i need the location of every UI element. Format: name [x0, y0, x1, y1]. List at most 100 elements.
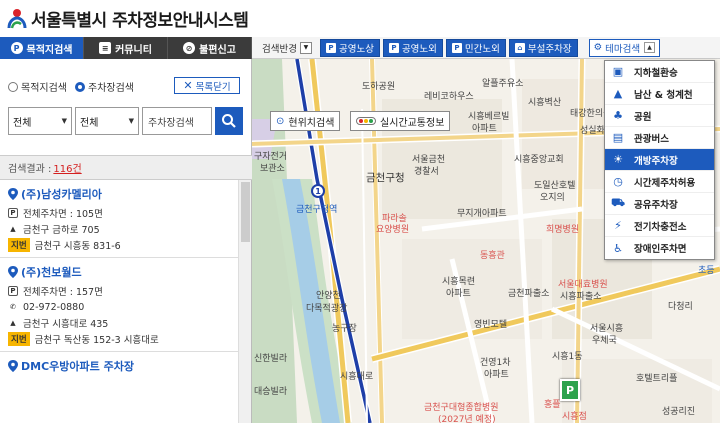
chevron-down-icon: ▼	[61, 117, 67, 125]
parking-name-link[interactable]: (주)천보월드	[8, 264, 230, 280]
map-label: 신한빌라	[254, 354, 288, 364]
list-scrollbar[interactable]	[238, 180, 251, 423]
theme-item-park[interactable]: ♣ 공원	[605, 105, 714, 127]
public-offstreet-button[interactable]: P 공영노외	[382, 38, 443, 57]
close-icon: ✕	[183, 79, 193, 92]
type-select[interactable]: 전체 ▼	[75, 107, 139, 135]
list-item[interactable]: (주)남성카멜리아 P 전체주차면 : 105면 ▲ 금천구 금하로 705 지번 금…	[0, 180, 238, 258]
map-label: 요양병원	[376, 225, 410, 235]
gear-icon: ⚙	[593, 42, 603, 53]
jibun-address: 지번 금천구 시흥동 831-6	[8, 237, 230, 253]
map-label: 시흥1동	[552, 352, 583, 362]
map-label: 도하공원	[362, 82, 396, 92]
ev-charger-icon: ⚡	[614, 219, 622, 232]
parking-marker[interactable]: P	[560, 379, 580, 401]
parking-name-link[interactable]: DMC우방아파트 주차장	[8, 358, 230, 374]
parking-name-link[interactable]: (주)남성카멜리아	[8, 186, 230, 202]
search-result-count: 검색결과 : 116건	[0, 155, 252, 180]
theme-item-accessible[interactable]: ♿ 장애인주차면	[605, 237, 714, 259]
attached-parking-button[interactable]: ⌂ 부설주차장	[508, 38, 578, 57]
theme-item-namsan[interactable]: ▲ 남산 & 청계천	[605, 83, 714, 105]
open-parking-icon: ☀	[613, 153, 623, 166]
scrollbar-thumb[interactable]	[241, 182, 250, 242]
map-label: (2027년 예정)	[438, 415, 496, 423]
parking-list: (주)남성카멜리아 P 전체주차면 : 105면 ▲ 금천구 금하로 705 지번 금…	[0, 180, 238, 423]
map-label: 시흥대로	[340, 372, 374, 382]
map-label: 아파트	[446, 289, 471, 299]
filter-row: 전체 ▼ 전체 ▼ 주차장검색	[8, 107, 243, 135]
search-icon	[222, 114, 236, 128]
district-select[interactable]: 전체 ▼	[8, 107, 72, 135]
subway-icon: ▣	[612, 65, 624, 78]
current-location-button[interactable]: ⊙ 현위치검색	[270, 111, 341, 131]
map-label: 금천구청	[366, 172, 405, 184]
map-label: 다청리	[668, 302, 693, 312]
parking-icon: P	[388, 42, 399, 53]
tab-complaint[interactable]: ⊘ 불편신고	[168, 37, 252, 59]
jibun-badge: 지번	[8, 238, 30, 252]
close-list-button[interactable]: ✕ 목록닫기	[174, 77, 240, 94]
map-label: 시흥점	[562, 412, 587, 422]
map-label: 시흥파출소	[560, 292, 602, 302]
search-button[interactable]	[215, 107, 243, 135]
home-icon: ▲	[10, 225, 16, 233]
radio-circle-selected[interactable]	[75, 82, 85, 92]
list-item[interactable]: DMC우방아파트 주차장	[0, 352, 238, 381]
chat-icon: ≡	[99, 42, 112, 54]
map-pin-icon	[8, 188, 18, 200]
map-label: 우체국	[592, 336, 617, 346]
theme-item-open-parking[interactable]: ☀ 개방주차장	[605, 149, 714, 171]
map-label: 농구장	[332, 324, 357, 334]
list-item[interactable]: (주)천보월드 P 전체주차면 : 157면 ✆ 02-972-0880 ▲ 금천구 …	[0, 258, 238, 352]
map-label: 보관소	[260, 164, 285, 174]
chevron-down-icon: ▼	[128, 117, 134, 125]
location-pin-icon: ⊙	[276, 115, 285, 127]
map-label: 알플주유소	[482, 79, 524, 89]
parking-icon: P	[8, 286, 18, 296]
theme-item-shared-parking[interactable]: ⛟ 공유주차장	[605, 193, 714, 215]
parking-icon: P	[8, 208, 18, 218]
svg-text:1: 1	[315, 187, 321, 196]
theme-search-button[interactable]: ⚙ 테마검색 ▲	[588, 38, 661, 57]
phone-number: ✆ 02-972-0880	[8, 299, 230, 315]
map-label: 호텔트리플	[636, 374, 678, 384]
ban-icon: ⊘	[183, 42, 196, 54]
radius-select[interactable]: ▼	[299, 41, 312, 54]
result-count[interactable]: 116건	[53, 160, 81, 175]
chevron-up-icon: ▲	[644, 42, 656, 53]
map-label: 시흥중앙교회	[514, 155, 564, 165]
jibun-badge: 지번	[8, 332, 30, 346]
map-label: 아파트	[472, 124, 497, 134]
radius-label: 검색반경	[262, 43, 297, 55]
theme-item-ev-charger[interactable]: ⚡ 전기차충전소	[605, 215, 714, 237]
traffic-info-button[interactable]: 실시간교통정보	[350, 111, 451, 131]
map-toolbar: 검색반경 ▼ P 공영노상 P 공영노외 P 민간노외 ⌂ 부설주차장 ⚙ 테마검색 ▲	[252, 37, 720, 59]
map-label: 안양천	[316, 291, 341, 301]
public-street-button[interactable]: P 공영노상	[319, 38, 380, 57]
map-label: 성실화	[580, 126, 605, 136]
radio-destination[interactable]: 목적지검색	[8, 79, 67, 94]
parking-search-input[interactable]: 주차장검색	[142, 107, 212, 135]
map-label: 성공리진	[662, 407, 696, 417]
tab-community[interactable]: ≡ 커뮤니티	[84, 37, 168, 59]
radio-circle[interactable]	[8, 82, 18, 92]
parking-icon: P	[325, 42, 336, 53]
parking-icon: P	[451, 42, 462, 53]
private-offstreet-button[interactable]: P 민간노외	[445, 38, 506, 57]
search-mode-radios: 목적지검색 주차장검색	[8, 79, 134, 94]
app-header: 서울특별시 주차정보안내시스템	[0, 0, 720, 37]
map-label: 무지개아파트	[457, 209, 507, 219]
theme-dropdown: ▣ 지하철환승 ▲ 남산 & 청계천 ♣ 공원 ▤ 관광버스 ☀ 개방주차장 ◷ 시간제주차…	[604, 60, 715, 260]
app-title: 서울특별시 주차정보안내시스템	[31, 11, 249, 31]
map-label: 다목적광장	[306, 304, 348, 314]
home-icon: ▲	[10, 319, 16, 327]
map-label: 동흥관	[480, 251, 505, 261]
map-label: 경찰서	[414, 167, 439, 177]
theme-item-timed-parking[interactable]: ◷ 시간제주차허용	[605, 171, 714, 193]
theme-item-tour-bus[interactable]: ▤ 관광버스	[605, 127, 714, 149]
tab-destination-search[interactable]: P 목적지검색	[0, 37, 84, 59]
map-label: 영빈모텔	[474, 320, 508, 330]
theme-item-subway[interactable]: ▣ 지하철환승	[605, 61, 714, 83]
map-label: 대승빌라	[254, 387, 288, 397]
radio-parking[interactable]: 주차장검색	[75, 79, 134, 94]
